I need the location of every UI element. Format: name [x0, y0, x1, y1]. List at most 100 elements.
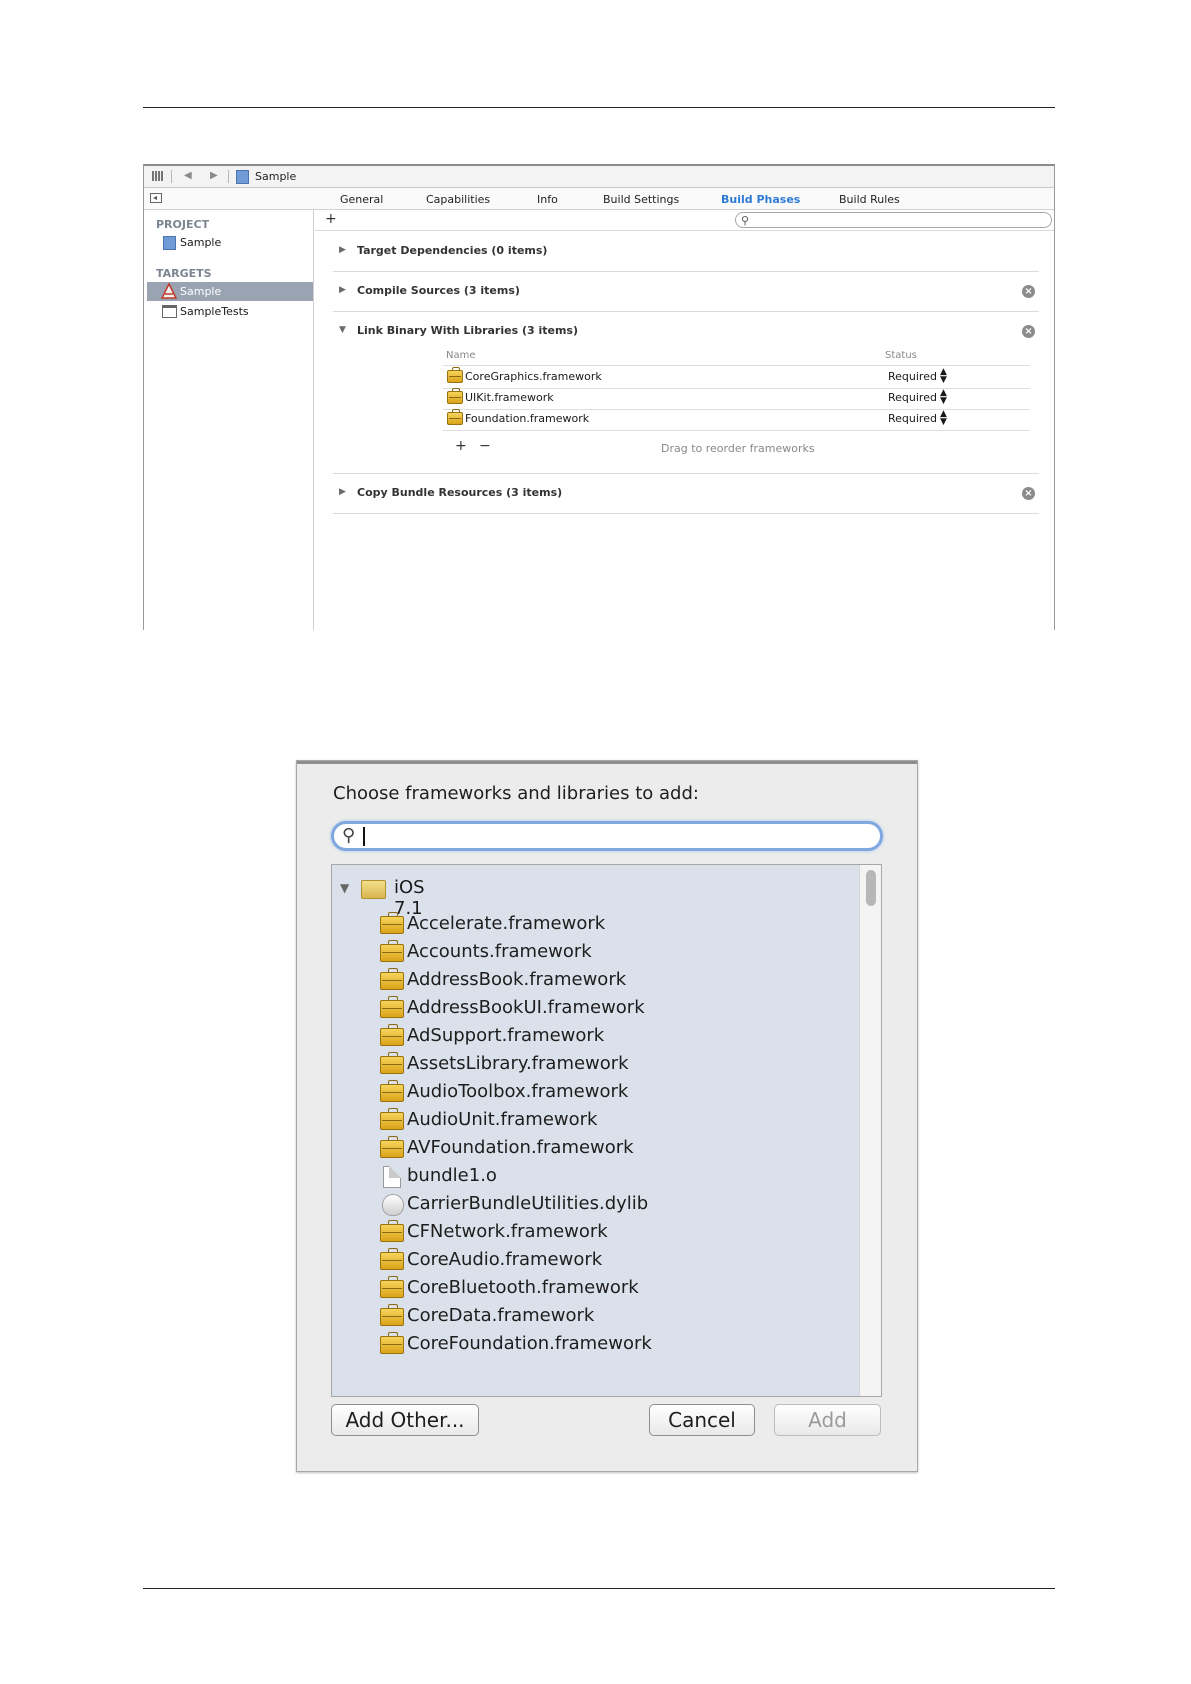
tab-build-phases[interactable]: Build Phases: [721, 193, 800, 206]
framework-icon: [380, 1052, 404, 1074]
disclosure-triangle-icon[interactable]: ▶: [339, 245, 346, 255]
table-row[interactable]: Foundation.framework Required ▲ ▼: [443, 408, 1030, 430]
add-library-button[interactable]: +: [455, 438, 467, 454]
search-icon: ⚲: [342, 825, 356, 846]
list-item-label: AssetsLibrary.framework: [407, 1053, 629, 1074]
framework-icon: [380, 1220, 404, 1242]
jump-bar: ◀ ▶ Sample: [144, 166, 1054, 188]
library-name: UIKit.framework: [465, 391, 554, 404]
list-item-label: CoreData.framework: [407, 1305, 595, 1326]
library-name: Foundation.framework: [465, 412, 590, 425]
library-icon: [382, 1194, 404, 1216]
back-arrow-icon[interactable]: ◀: [184, 170, 192, 181]
phase-copy-bundle-resources[interactable]: ▶ Copy Bundle Resources (3 items) ×: [333, 474, 1039, 514]
editor-tab-bar: General Capabilities Info Build Settings…: [144, 188, 1054, 210]
tab-info[interactable]: Info: [537, 193, 558, 206]
app-target-icon: [161, 283, 177, 299]
dialog-title: Choose frameworks and libraries to add:: [333, 783, 699, 804]
related-items-icon[interactable]: [152, 171, 164, 181]
list-item-label: CFNetwork.framework: [407, 1221, 608, 1242]
list-item-label: Accelerate.framework: [407, 913, 606, 934]
phase-compile-sources[interactable]: ▶ Compile Sources (3 items) ×: [333, 272, 1039, 312]
sidebar-item-target-sampletests[interactable]: SampleTests: [147, 302, 313, 321]
build-phases-editor: + ⚲ ▶ Target Dependencies (0 items) ▶ Co…: [315, 210, 1054, 630]
framework-icon: [447, 409, 463, 425]
list-item-label: AVFoundation.framework: [407, 1137, 634, 1158]
disclosure-triangle-expanded-icon[interactable]: ▼: [339, 325, 346, 335]
table-row[interactable]: UIKit.framework Required ▲ ▼: [443, 387, 1030, 409]
xcode-build-phases-screenshot: ◀ ▶ Sample General Capabilities Info Bui…: [143, 164, 1055, 630]
top-rule: [143, 107, 1055, 108]
file-icon: [383, 1166, 401, 1188]
list-item-label: CoreAudio.framework: [407, 1249, 603, 1270]
framework-list[interactable]: ▼ iOS 7.1 Accelerate.framework Accounts.…: [331, 864, 882, 1397]
column-header-name: Name: [446, 350, 476, 361]
test-bundle-icon: [162, 305, 177, 318]
disclosure-triangle-icon[interactable]: ▶: [339, 285, 346, 295]
library-name: CoreGraphics.framework: [465, 370, 602, 383]
sidebar-item-target-sample[interactable]: Sample: [147, 282, 313, 301]
folder-icon: [361, 880, 386, 899]
framework-icon: [380, 1024, 404, 1046]
remove-phase-icon[interactable]: ×: [1022, 285, 1035, 298]
search-icon: ⚲: [741, 214, 750, 227]
disclosure-triangle-expanded-icon[interactable]: ▼: [340, 881, 349, 895]
framework-icon: [380, 1332, 404, 1354]
phase-toolbar: + ⚲: [315, 210, 1054, 231]
library-status[interactable]: Required: [888, 391, 937, 404]
forward-arrow-icon[interactable]: ▶: [210, 170, 218, 181]
separator: [228, 170, 229, 183]
text-cursor: [363, 827, 365, 846]
remove-library-button[interactable]: −: [479, 438, 491, 454]
disclosure-triangle-icon[interactable]: ▶: [339, 487, 346, 497]
scrollbar-thumb[interactable]: [866, 870, 876, 906]
framework-icon: [380, 1276, 404, 1298]
framework-icon: [380, 1248, 404, 1270]
sidebar-item-label: Sample: [180, 285, 222, 298]
phase-title: Target Dependencies (0 items): [357, 244, 548, 257]
add-button[interactable]: Add: [774, 1404, 881, 1436]
framework-icon: [380, 1080, 404, 1102]
tab-general[interactable]: General: [340, 193, 383, 206]
list-item-label: AddressBookUI.framework: [407, 997, 645, 1018]
cancel-button[interactable]: Cancel: [649, 1404, 755, 1436]
table-row[interactable]: CoreGraphics.framework Required ▲ ▼: [443, 366, 1030, 388]
vertical-scrollbar[interactable]: [859, 865, 881, 1396]
phase-target-dependencies[interactable]: ▶ Target Dependencies (0 items): [333, 232, 1039, 272]
targets-header: TARGETS: [156, 267, 212, 280]
choose-frameworks-dialog: Choose frameworks and libraries to add: …: [296, 760, 918, 1472]
project-header: PROJECT: [156, 218, 210, 231]
sidebar-item-label: SampleTests: [180, 305, 249, 318]
tab-build-rules[interactable]: Build Rules: [839, 193, 900, 206]
status-stepper-icon[interactable]: ▲ ▼: [940, 368, 947, 385]
phase-title: Copy Bundle Resources (3 items): [357, 486, 563, 499]
remove-phase-icon[interactable]: ×: [1022, 325, 1035, 338]
jump-bar-title[interactable]: Sample: [255, 170, 296, 183]
library-status[interactable]: Required: [888, 370, 937, 383]
framework-icon: [447, 388, 463, 404]
bottom-rule: [143, 1588, 1055, 1589]
library-status[interactable]: Required: [888, 412, 937, 425]
framework-icon: [380, 1136, 404, 1158]
tab-build-settings[interactable]: Build Settings: [603, 193, 679, 206]
phase-filter-field[interactable]: ⚲: [735, 212, 1052, 228]
add-other-button[interactable]: Add Other...: [331, 1404, 479, 1436]
phase-title: Compile Sources (3 items): [357, 284, 520, 297]
project-targets-sidebar: PROJECT Sample TARGETS Sample SampleTest…: [144, 210, 314, 630]
list-item-label: bundle1.o: [407, 1165, 497, 1186]
status-stepper-icon[interactable]: ▲ ▼: [940, 389, 947, 406]
framework-search-field[interactable]: ⚲: [331, 821, 883, 851]
sidebar-item-project-sample[interactable]: Sample: [147, 233, 313, 252]
tab-capabilities[interactable]: Capabilities: [426, 193, 490, 206]
remove-phase-icon[interactable]: ×: [1022, 487, 1035, 500]
phase-title: Link Binary With Libraries (3 items): [357, 324, 578, 337]
framework-icon: [380, 940, 404, 962]
add-build-phase-button[interactable]: +: [325, 211, 337, 227]
status-stepper-icon[interactable]: ▲ ▼: [940, 410, 947, 427]
project-file-icon: [236, 170, 249, 184]
hide-sidebar-icon[interactable]: [150, 193, 162, 203]
list-item-label: CoreBluetooth.framework: [407, 1277, 639, 1298]
column-header-status: Status: [885, 350, 917, 361]
project-icon: [163, 236, 176, 250]
list-item-label: AddressBook.framework: [407, 969, 627, 990]
